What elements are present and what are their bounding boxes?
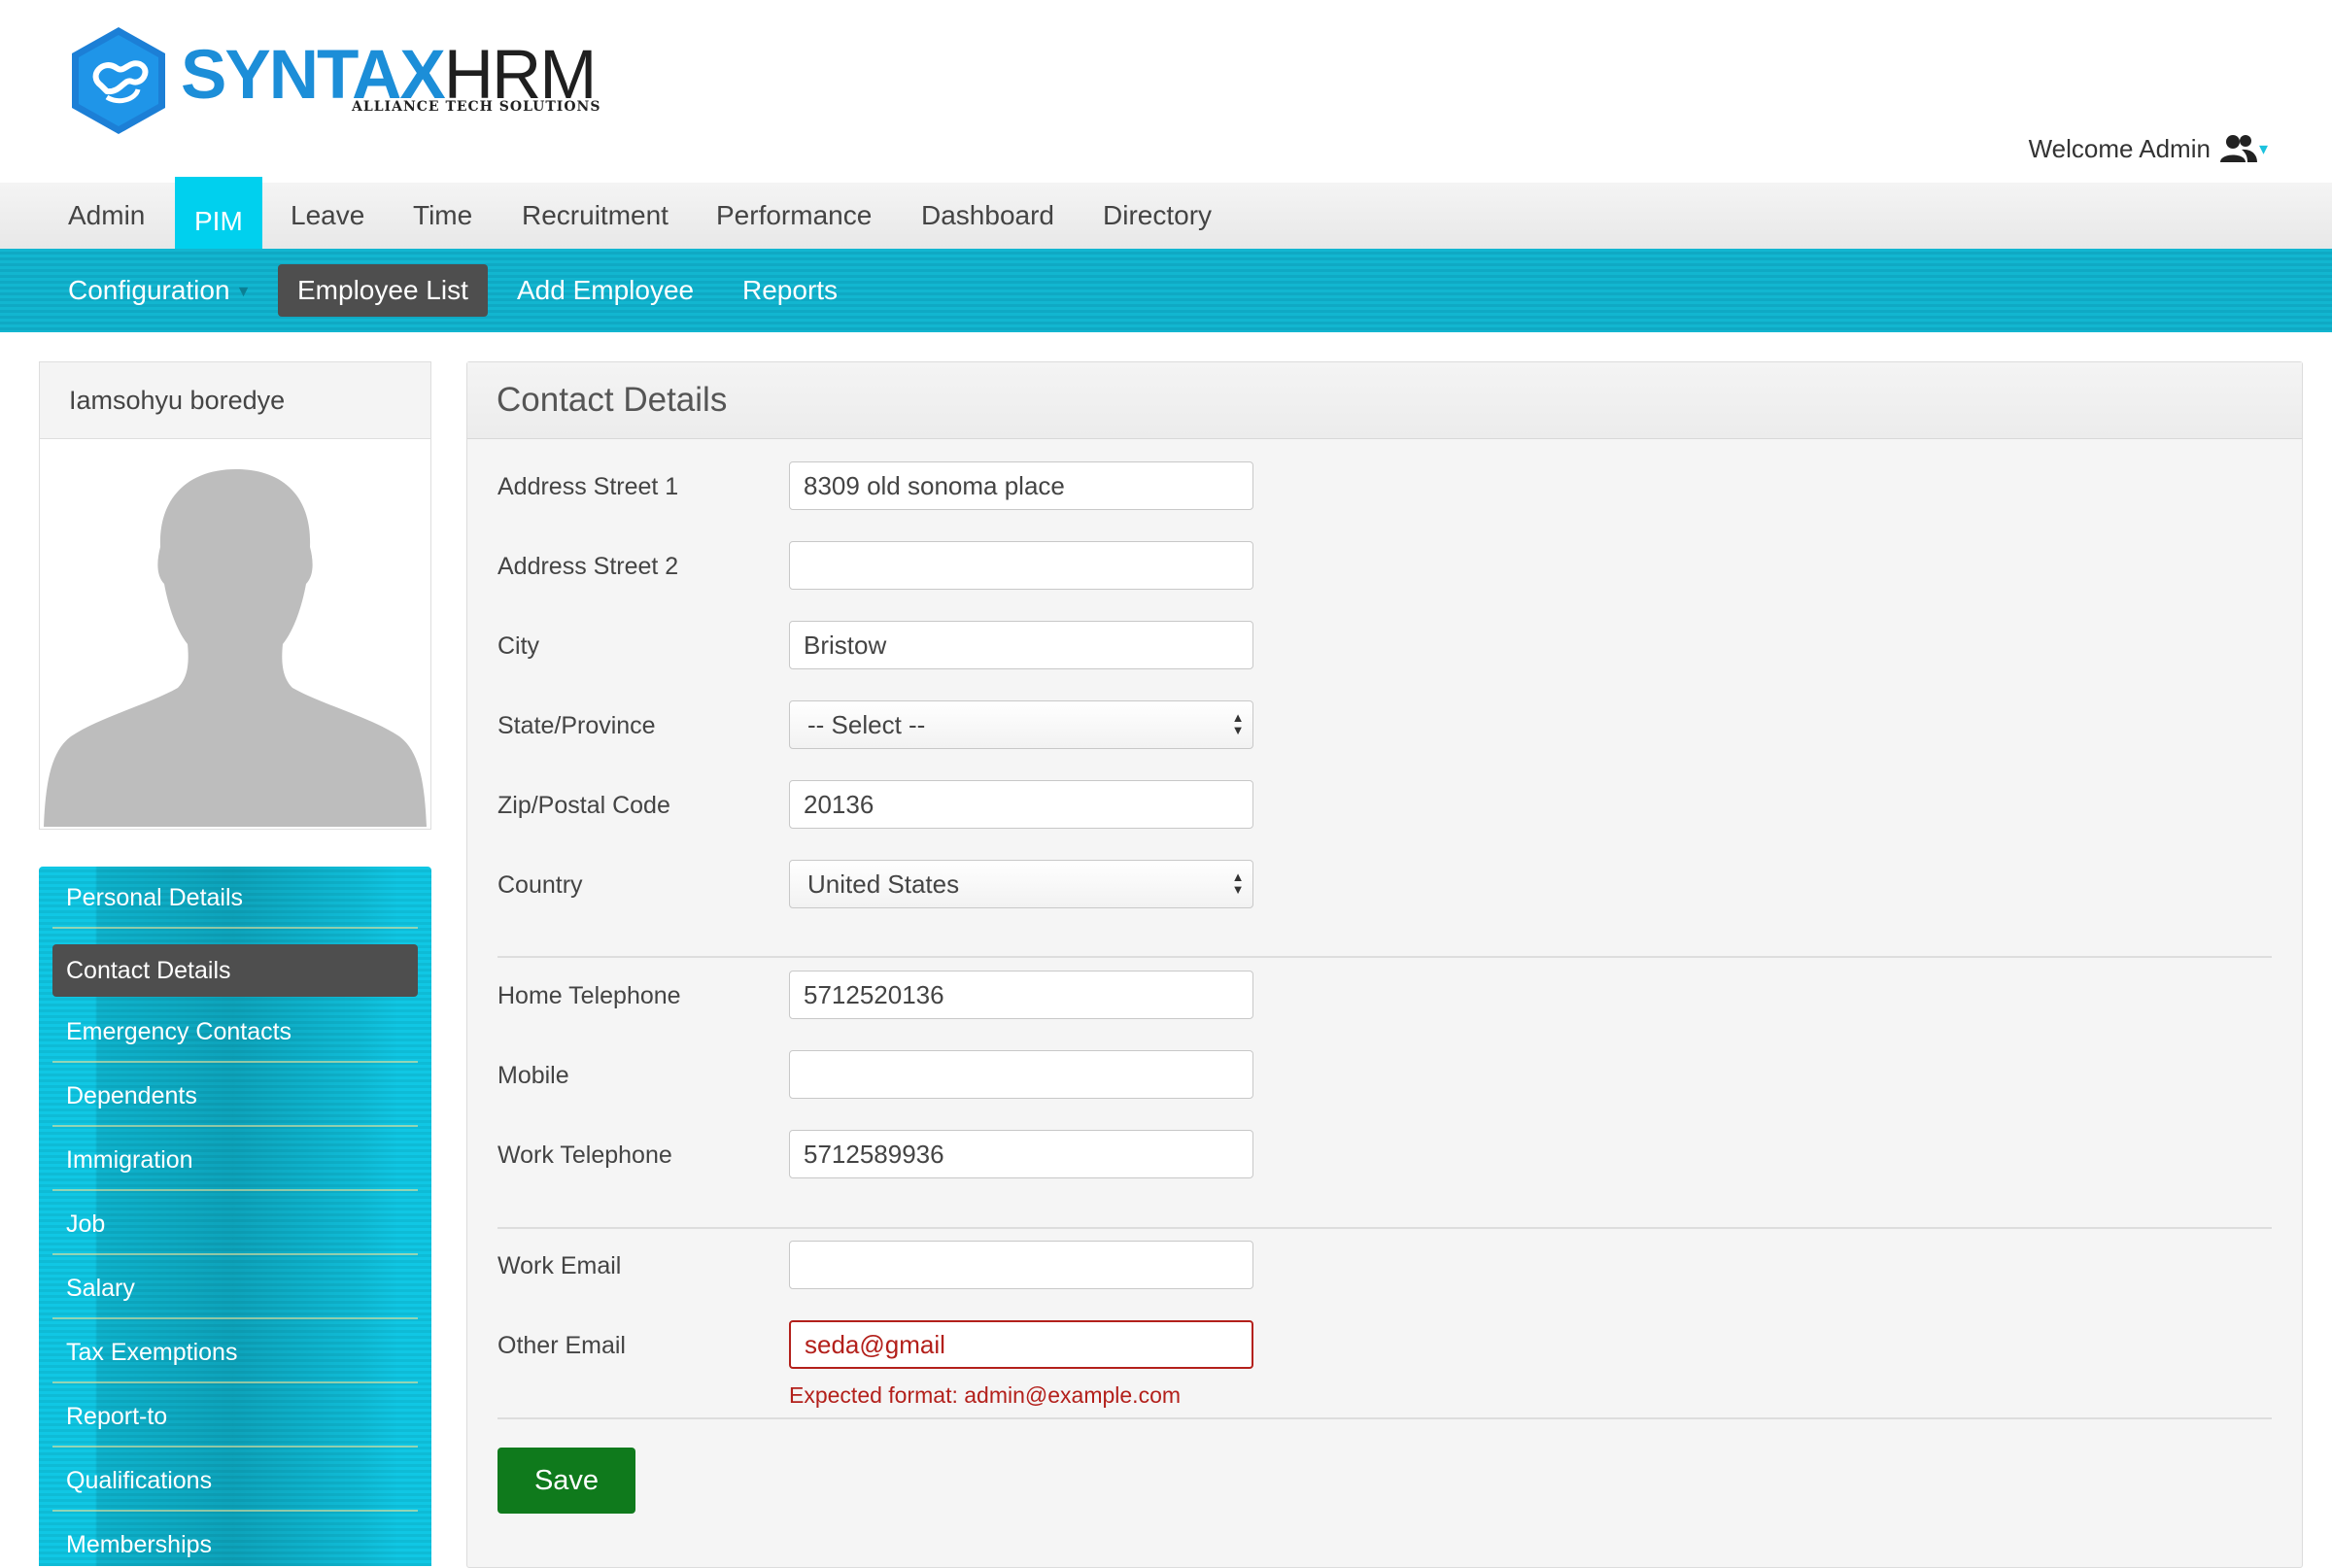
label-zip-postal-code: Zip/Postal Code [497,792,670,819]
syntaxhrm-logo[interactable]: SYNTAXHRM ALLIANCE TECH SOLUTIONS [68,25,600,142]
work-email-input[interactable] [789,1241,1253,1289]
side-dependents[interactable]: Dependents [52,1065,418,1127]
welcome-text: Welcome Admin [2028,133,2211,163]
main-menu: Admin PIM Leave Time Recruitment Perform… [0,177,2332,255]
panel-title: Contact Details [467,362,2302,439]
users-icon [2219,135,2257,162]
side-personal-details[interactable]: Personal Details [52,867,418,929]
avatar-silhouette-icon[interactable] [42,440,429,827]
profile-side-menu: Personal Details Contact Details Emergen… [39,867,431,1566]
select-arrows-icon: ▲ ▼ [1231,710,1245,737]
side-qualifications[interactable]: Qualifications [52,1449,418,1512]
label-city: City [497,632,540,660]
logo-tagline: ALLIANCE TECH SOLUTIONS [352,99,601,115]
city-input[interactable] [789,621,1253,669]
section-divider [497,1227,2272,1229]
submenu-configuration-label: Configuration [68,275,230,305]
menu-recruitment[interactable]: Recruitment [522,183,669,249]
state-province-select[interactable]: -- Select -- ▲ ▼ [789,700,1253,749]
label-other-email: Other Email [497,1332,626,1359]
submenu-employee-list[interactable]: Employee List [278,264,488,317]
side-emergency-contacts[interactable]: Emergency Contacts [52,1001,418,1063]
address-street-1-input[interactable] [789,461,1253,510]
pim-submenu: Configuration ▼ Employee List Add Employe… [0,249,2332,332]
select-arrows-icon: ▲ ▼ [1231,869,1245,897]
side-report-to[interactable]: Report-to [52,1385,418,1448]
other-email-error-message: Expected format: admin@example.com [789,1382,1182,1408]
logo-hexagon-icon [72,27,165,134]
label-work-telephone: Work Telephone [497,1142,672,1169]
menu-admin[interactable]: Admin [68,183,145,249]
side-contact-details[interactable]: Contact Details [52,944,418,997]
menu-time[interactable]: Time [413,183,472,249]
submenu-add-employee[interactable]: Add Employee [517,264,694,317]
menu-leave[interactable]: Leave [291,183,364,249]
label-home-telephone: Home Telephone [497,982,681,1009]
menu-dashboard[interactable]: Dashboard [921,183,1054,249]
side-immigration[interactable]: Immigration [52,1129,418,1191]
zip-postal-code-input[interactable] [789,780,1253,829]
submenu-configuration[interactable]: Configuration ▼ [68,264,251,317]
employee-name: Iamsohyu boredye [40,362,430,439]
side-job[interactable]: Job [52,1193,418,1255]
state-selected-value: -- Select -- [807,710,926,739]
contact-details-panel: Contact Details Address Street 1 Address… [466,361,2303,1568]
submenu-reports[interactable]: Reports [742,264,838,317]
menu-pim[interactable]: PIM [175,177,262,255]
section-divider [497,956,2272,958]
home-telephone-input[interactable] [789,971,1253,1019]
label-address-street-2: Address Street 2 [497,553,679,580]
side-memberships[interactable]: Memberships [52,1514,418,1566]
welcome-user-menu[interactable]: Welcome Admin ▾ [2029,133,2268,164]
label-mobile: Mobile [497,1062,569,1089]
profile-card: Iamsohyu boredye [39,361,431,830]
section-divider [497,1417,2272,1419]
menu-directory[interactable]: Directory [1103,183,1212,249]
label-address-street-1: Address Street 1 [497,473,679,500]
other-email-input[interactable] [789,1320,1253,1369]
label-work-email: Work Email [497,1252,622,1279]
mobile-input[interactable] [789,1050,1253,1099]
menu-performance[interactable]: Performance [716,183,872,249]
label-country: Country [497,871,583,899]
chevron-down-icon[interactable]: ▾ [2259,139,2268,159]
work-telephone-input[interactable] [789,1130,1253,1178]
address-street-2-input[interactable] [789,541,1253,590]
side-salary[interactable]: Salary [52,1257,418,1319]
dropdown-arrow-icon: ▼ [235,283,252,300]
side-tax-exemptions[interactable]: Tax Exemptions [52,1321,418,1383]
country-selected-value: United States [807,869,960,899]
country-select[interactable]: United States ▲ ▼ [789,860,1253,908]
label-state-province: State/Province [497,712,656,739]
save-button[interactable]: Save [497,1448,635,1514]
